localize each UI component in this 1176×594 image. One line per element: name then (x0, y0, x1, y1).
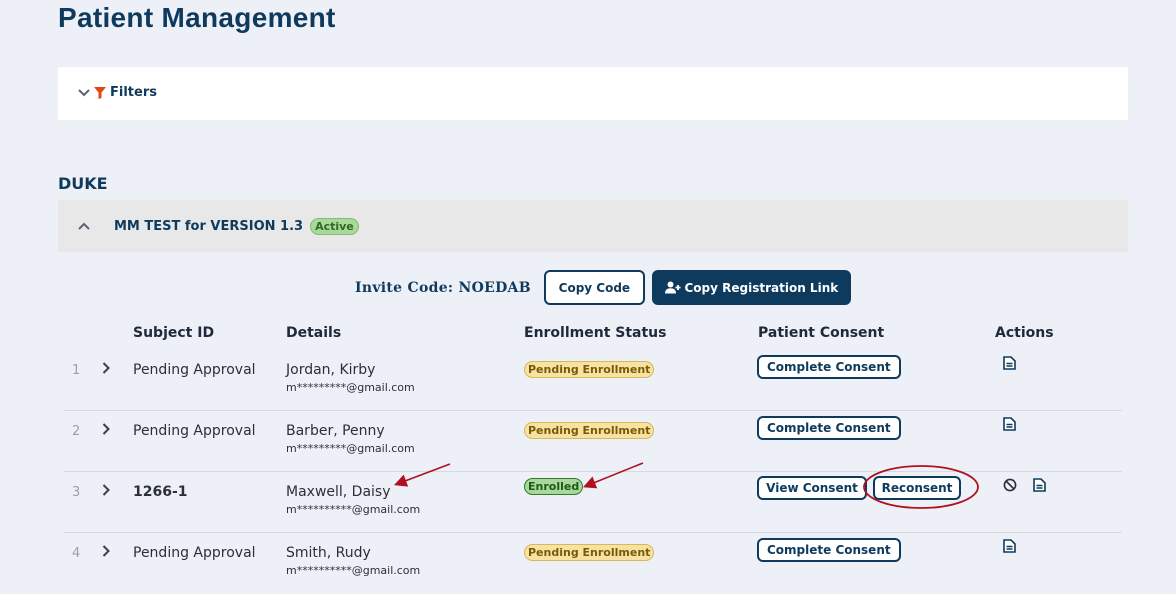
row-number: 3 (72, 485, 81, 500)
document-icon[interactable] (1003, 539, 1016, 553)
filters-label: Filters (110, 85, 157, 100)
study-collapse-toggle[interactable] (78, 219, 92, 233)
document-icon[interactable] (1003, 417, 1016, 431)
org-heading: DUKE (58, 174, 108, 193)
study-header: MM TEST for VERSION 1.3 Active (58, 200, 1128, 252)
row-number: 1 (72, 363, 81, 378)
chevron-right-icon[interactable] (102, 484, 110, 496)
header-subject-id: Subject ID (133, 325, 215, 341)
complete-consent-button[interactable]: Complete Consent (757, 355, 901, 379)
subject-id: Pending Approval (133, 423, 256, 439)
patient-email: m*********@gmail.com (286, 381, 415, 394)
patient-email: m**********@gmail.com (286, 564, 421, 577)
invite-code-label: Invite Code: NOEDAB (355, 279, 531, 296)
subject-id: Pending Approval (133, 545, 256, 561)
page-title: Patient Management (58, 2, 336, 33)
enrollment-status-badge: Pending Enrollment (524, 544, 655, 561)
chevron-right-icon[interactable] (102, 423, 110, 435)
header-details: Details (286, 325, 342, 341)
view-consent-button[interactable]: View Consent (757, 476, 867, 500)
document-icon[interactable] (1033, 478, 1046, 492)
enrollment-status-badge: Pending Enrollment (524, 361, 655, 378)
chevron-right-icon[interactable] (102, 362, 110, 374)
copy-code-button[interactable]: Copy Code (543, 270, 645, 305)
filter-icon (94, 86, 106, 99)
header-enrollment-status: Enrollment Status (524, 325, 667, 341)
table-row: 3 1266-1 Maxwell, Daisy m**********@gmai… (64, 472, 1122, 533)
patient-name: Smith, Rudy (286, 545, 371, 561)
complete-consent-button[interactable]: Complete Consent (757, 416, 901, 440)
table-row: 4 Pending Approval Smith, Rudy m********… (64, 533, 1122, 594)
filters-panel: Filters (58, 67, 1128, 120)
patient-email: m*********@gmail.com (286, 442, 415, 455)
patient-name: Jordan, Kirby (286, 362, 376, 378)
reconsent-button[interactable]: Reconsent (873, 476, 961, 500)
invite-row: Invite Code: NOEDAB Copy Code Copy Regis… (355, 270, 851, 305)
patient-name: Barber, Penny (286, 423, 385, 439)
document-icon[interactable] (1003, 356, 1016, 370)
enrollment-status-badge: Pending Enrollment (524, 422, 655, 439)
patient-email: m**********@gmail.com (286, 503, 421, 516)
copy-registration-link-button[interactable]: Copy Registration Link (651, 270, 851, 305)
table-row: 1 Pending Approval Jordan, Kirby m******… (64, 350, 1122, 411)
copy-registration-link-label: Copy Registration Link (684, 280, 839, 295)
subject-id: 1266-1 (133, 484, 188, 500)
chevron-down-icon (78, 88, 90, 96)
filters-toggle[interactable]: Filters (78, 85, 157, 100)
chevron-right-icon[interactable] (102, 545, 110, 557)
chevron-up-icon (78, 222, 90, 230)
header-patient-consent: Patient Consent (758, 325, 885, 341)
user-plus-icon (664, 281, 680, 294)
complete-consent-button[interactable]: Complete Consent (757, 538, 901, 562)
subject-id: Pending Approval (133, 362, 256, 378)
row-number: 2 (72, 424, 81, 439)
header-actions: Actions (995, 325, 1054, 341)
block-icon[interactable] (1003, 478, 1017, 492)
patient-name: Maxwell, Daisy (286, 484, 391, 500)
enrollment-status-badge: Enrolled (524, 478, 584, 495)
table-row: 2 Pending Approval Barber, Penny m******… (64, 411, 1122, 472)
study-name: MM TEST for VERSION 1.3 (114, 218, 304, 234)
study-status-badge: Active (310, 217, 359, 235)
row-number: 4 (72, 546, 81, 561)
